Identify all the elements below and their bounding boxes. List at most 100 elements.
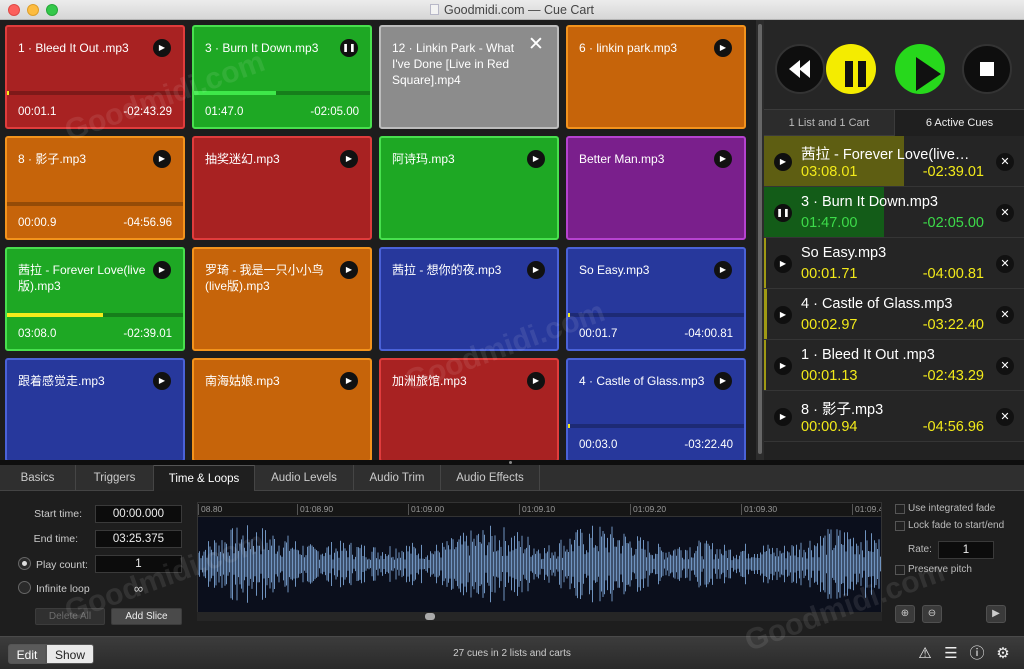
close-icon[interactable]: ✕	[996, 408, 1014, 426]
cue-button[interactable]: 跟着感觉走.mp3 ▶	[5, 358, 185, 460]
play-icon[interactable]: ▶	[774, 408, 792, 426]
tab-basics[interactable]: Basics	[0, 465, 76, 491]
warning-icon[interactable]: ⚠	[916, 645, 934, 663]
play-icon[interactable]: ▶	[340, 372, 358, 390]
play-count-field[interactable]: 1	[95, 555, 182, 573]
tab-audio-levels[interactable]: Audio Levels	[255, 465, 354, 491]
go-button[interactable]	[895, 44, 945, 94]
start-time-field[interactable]: 00:00.000	[95, 505, 182, 523]
list-item[interactable]: ▶ 茜拉 - Forever Love(live版).mp3 03:08.01 …	[764, 136, 1024, 187]
tab-lists[interactable]: 1 List and 1 Cart	[764, 110, 894, 136]
lock-fade-checkbox[interactable]	[895, 521, 905, 531]
end-time-field[interactable]: 03:25.375	[95, 530, 182, 548]
play-icon[interactable]: ▶	[527, 261, 545, 279]
cue-remaining: -04:56.96	[123, 217, 172, 229]
zoom-in-icon[interactable]: ⊕	[895, 605, 915, 623]
cue-button[interactable]: 3 · Burn It Down.mp3 ❚❚ 01:47.0 -02:05.0…	[192, 25, 372, 129]
cue-button[interactable]: 12 · Linkin Park - What I've Done [Live …	[379, 25, 559, 129]
active-cue-remaining: -03:22.40	[922, 317, 984, 333]
preview-play-icon[interactable]: ▶	[986, 605, 1006, 623]
preserve-pitch-checkbox[interactable]	[895, 565, 905, 575]
cue-button[interactable]: 1 · Bleed It Out .mp3 ▶ 00:01.1 -02:43.2…	[5, 25, 185, 129]
tab-triggers[interactable]: Triggers	[76, 465, 154, 491]
tab-time-loops[interactable]: Time & Loops	[154, 465, 255, 491]
tab-active-cues[interactable]: 6 Active Cues	[894, 110, 1024, 136]
play-icon[interactable]: ▶	[714, 372, 732, 390]
cue-button[interactable]: Better Man.mp3 ▶	[566, 136, 746, 240]
zoom-out-icon[interactable]: ⊖	[922, 605, 942, 623]
cue-name: 跟着感觉走.mp3	[18, 374, 105, 388]
cue-remaining: -02:43.29	[123, 106, 172, 118]
list-item[interactable]: ▶ 1 · Bleed It Out .mp3 00:01.13 -02:43.…	[764, 340, 1024, 391]
pause-icon[interactable]: ❚❚	[340, 39, 358, 57]
cue-name: 抽奖迷幻.mp3	[205, 152, 280, 166]
play-icon[interactable]: ▶	[153, 150, 171, 168]
cue-button[interactable]: 抽奖迷幻.mp3 ▶	[192, 136, 372, 240]
cue-button[interactable]: 8 · 影子.mp3 ▶ 00:00.9 -04:56.96	[5, 136, 185, 240]
active-cue-position: 01:47.00	[801, 215, 858, 231]
list-item[interactable]: ▶ 4 · Castle of Glass.mp3 00:02.97 -03:2…	[764, 289, 1024, 340]
play-count-radio[interactable]	[18, 557, 31, 570]
play-icon[interactable]: ▶	[774, 255, 792, 273]
cue-button[interactable]: 茜拉 - Forever Love(live版).mp3 ▶ 03:08.0 -…	[5, 247, 185, 351]
close-icon[interactable]: ✕	[996, 255, 1014, 273]
delete-all-button[interactable]: Delete All	[35, 608, 105, 625]
info-icon[interactable]: ⓘ	[968, 645, 986, 663]
active-cue-name: 1 · Bleed It Out .mp3	[801, 347, 935, 363]
play-icon[interactable]: ▶	[527, 150, 545, 168]
play-icon	[916, 57, 941, 91]
waveform-scrollbar[interactable]	[197, 612, 882, 621]
cue-button[interactable]: 南海姑娘.mp3 ▶	[192, 358, 372, 460]
use-fade-checkbox[interactable]	[895, 504, 905, 514]
play-icon[interactable]: ▶	[153, 372, 171, 390]
cue-button[interactable]: 罗琦 - 我是一只小小鸟(live版).mp3 ▶	[192, 247, 372, 351]
cue-remaining: -02:39.01	[123, 328, 172, 340]
stop-all-button[interactable]	[962, 44, 1012, 94]
rate-field[interactable]: 1	[938, 541, 994, 559]
tab-audio-trim[interactable]: Audio Trim	[354, 465, 441, 491]
add-slice-button[interactable]: Add Slice	[111, 608, 182, 625]
play-icon[interactable]: ▶	[153, 261, 171, 279]
close-icon[interactable]: ✕	[996, 357, 1014, 375]
cue-button[interactable]: So Easy.mp3 ▶ 00:01.7 -04:00.81	[566, 247, 746, 351]
play-icon[interactable]: ▶	[774, 306, 792, 324]
cue-position: 00:00.9	[18, 217, 57, 229]
cue-button[interactable]: 阿诗玛.mp3 ▶	[379, 136, 559, 240]
cue-button[interactable]: 4 · Castle of Glass.mp3 ▶ 00:03.0 -03:22…	[566, 358, 746, 460]
rewind-button[interactable]	[775, 44, 825, 94]
scrollbar-thumb[interactable]	[425, 613, 435, 620]
use-fade-label: Use integrated fade	[908, 503, 996, 514]
close-icon[interactable]: ✕	[996, 204, 1014, 222]
pause-all-button[interactable]	[826, 44, 876, 94]
play-icon[interactable]: ▶	[714, 150, 732, 168]
splitter-handle[interactable]	[509, 461, 512, 464]
ruler-tick: 01:09.20	[630, 504, 666, 515]
close-icon[interactable]: ✕	[996, 153, 1014, 171]
close-icon[interactable]: ✕	[527, 35, 545, 54]
play-icon[interactable]: ▶	[774, 153, 792, 171]
play-icon[interactable]: ▶	[527, 372, 545, 390]
play-icon[interactable]: ▶	[714, 261, 732, 279]
play-icon[interactable]: ▶	[774, 357, 792, 375]
play-icon[interactable]: ▶	[153, 39, 171, 57]
play-icon[interactable]: ▶	[340, 150, 358, 168]
tab-audio-effects[interactable]: Audio Effects	[441, 465, 540, 491]
pause-icon[interactable]: ❚❚	[774, 204, 792, 222]
list-item[interactable]: ▶ 8 · 影子.mp3 00:00.94 -04:56.96 ✕	[764, 391, 1024, 442]
list-item[interactable]: ▶ So Easy.mp3 00:01.71 -04:00.81 ✕	[764, 238, 1024, 289]
cue-button[interactable]: 茜拉 - 想你的夜.mp3 ▶	[379, 247, 559, 351]
scrollbar-thumb[interactable]	[758, 24, 762, 454]
gear-icon[interactable]: ⚙	[994, 645, 1012, 663]
ruler-tick: 01:09.00	[408, 504, 444, 515]
list-icon[interactable]: ☰	[942, 645, 960, 663]
play-icon[interactable]: ▶	[340, 261, 358, 279]
play-icon[interactable]: ▶	[714, 39, 732, 57]
active-cue-remaining: -04:00.81	[922, 266, 984, 282]
list-item[interactable]: ❚❚ 3 · Burn It Down.mp3 01:47.00 -02:05.…	[764, 187, 1024, 238]
grid-scrollbar[interactable]	[756, 20, 764, 460]
cue-button[interactable]: 加洲旅馆.mp3 ▶	[379, 358, 559, 460]
infinite-loop-radio[interactable]	[18, 581, 31, 594]
waveform-view[interactable]: 08.80 01:08.90 01:09.00 01:09.10 01:09.2…	[197, 502, 882, 621]
close-icon[interactable]: ✕	[996, 306, 1014, 324]
cue-button[interactable]: 6 · linkin park.mp3 ▶	[566, 25, 746, 129]
